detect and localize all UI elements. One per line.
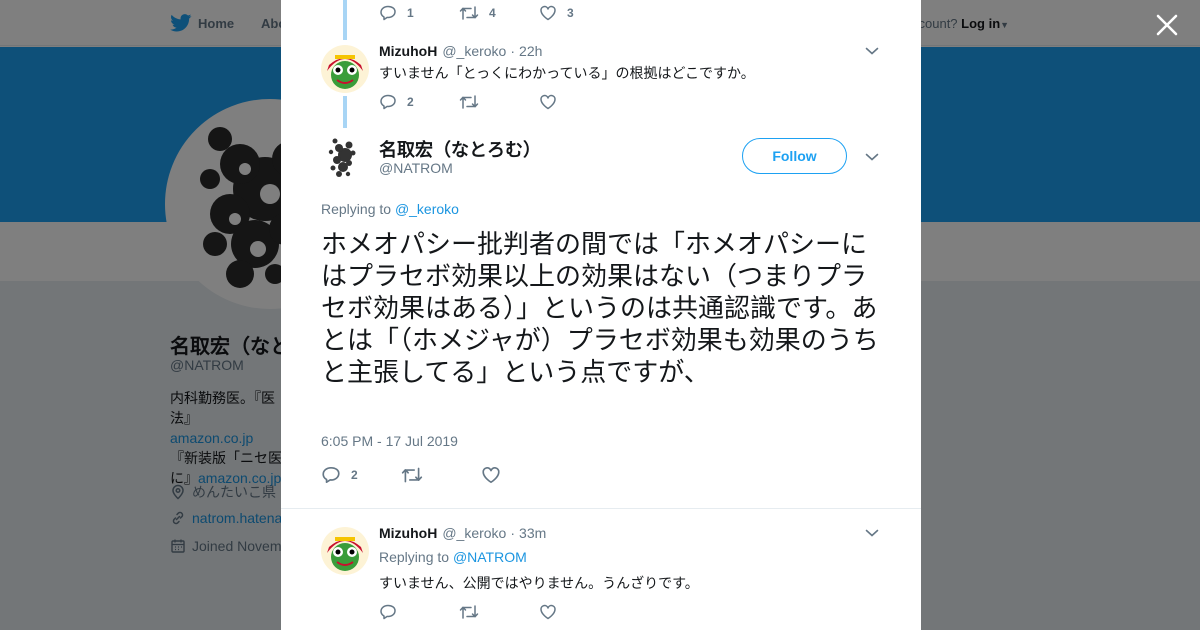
kero-avatar[interactable] [321, 45, 369, 93]
retweet-button[interactable] [459, 93, 539, 111]
divider [281, 508, 921, 509]
tweet-header: MizuhoH @_keroko · 33m [379, 525, 546, 541]
like-icon [482, 467, 500, 484]
reply-button[interactable]: 2 [321, 465, 401, 485]
reply-count: 1 [407, 6, 414, 20]
retweet-button[interactable] [401, 465, 481, 485]
retweet-icon [459, 95, 479, 109]
replying-to: Replying to @NATROM [379, 549, 527, 565]
replying-to: Replying to @_keroko [321, 201, 459, 217]
like-icon [540, 5, 556, 21]
tweet-time[interactable]: 22h [519, 43, 542, 59]
tweet-header: MizuhoH @_keroko · 22h [379, 43, 542, 59]
reply-icon [380, 94, 396, 110]
tweet-actions: 2 [379, 93, 619, 111]
replying-to-label: Replying to [321, 201, 392, 217]
reply-button[interactable]: 2 [379, 93, 459, 111]
separator-dot: · [510, 43, 516, 59]
separator-dot: · [510, 525, 516, 541]
tweet-author-handle[interactable]: @NATROM [379, 160, 453, 176]
replying-to-label: Replying to [379, 549, 450, 565]
tweet-actions: 2 [321, 465, 561, 485]
tweet-author-handle[interactable]: @_keroko [442, 43, 506, 59]
chevron-down-icon[interactable] [865, 528, 879, 538]
reply-count: 2 [407, 95, 414, 109]
replying-to-link[interactable]: @NATROM [453, 549, 527, 565]
like-button[interactable] [481, 465, 561, 485]
fractal-avatar-icon [321, 133, 369, 181]
tweet-timestamp[interactable]: 6:05 PM - 17 Jul 2019 [321, 433, 458, 449]
retweet-icon [401, 467, 423, 483]
reply-icon [380, 5, 396, 21]
chevron-down-icon[interactable] [865, 152, 879, 162]
retweet-button[interactable]: 4 [459, 4, 539, 22]
follow-button[interactable]: Follow [742, 138, 847, 174]
close-icon[interactable] [1154, 12, 1180, 38]
prev-tweet-actions: 1 4 3 [379, 4, 619, 22]
retweet-count: 4 [489, 6, 496, 20]
frog-avatar-icon [321, 527, 369, 575]
kero-avatar[interactable] [321, 527, 369, 575]
tweet-actions [379, 603, 619, 621]
tweet-permalink-modal: 1 4 3 MizuhoH @_keroko · 22h すいません「とっくにわ… [281, 0, 921, 630]
reply-icon [380, 604, 396, 620]
like-count: 3 [567, 6, 574, 20]
like-icon [540, 94, 556, 110]
natrom-avatar[interactable] [321, 133, 369, 181]
tweet-text: すいません「とっくにわかっている」の根拠はどこですか。 [379, 65, 755, 81]
tweet-time[interactable]: 33m [519, 525, 546, 541]
reply-icon [322, 466, 340, 484]
tweet-text: ホメオパシー批判者の間では「ホメオパシーにはプラセボ効果以上の効果はない（つまり… [321, 229, 879, 387]
tweet-author-handle[interactable]: @_keroko [442, 525, 506, 541]
retweet-icon [459, 605, 479, 619]
reply-button[interactable] [379, 603, 459, 621]
like-button[interactable]: 3 [539, 4, 619, 22]
thread-line [343, 96, 347, 128]
retweet-icon [459, 6, 479, 20]
tweet-text: すいません、公開ではやりません。うんざりです。 [379, 575, 699, 591]
like-icon [540, 604, 556, 620]
tweet-author-name[interactable]: MizuhoH [379, 43, 437, 59]
replying-to-link[interactable]: @_keroko [395, 201, 459, 217]
tweet-author-name[interactable]: 名取宏（なとろむ） [379, 136, 541, 162]
tweet-author-name[interactable]: MizuhoH [379, 525, 437, 541]
reply-count: 2 [351, 468, 358, 482]
reply-button[interactable]: 1 [379, 4, 459, 22]
retweet-button[interactable] [459, 603, 539, 621]
thread-line [343, 0, 347, 40]
like-button[interactable] [539, 93, 619, 111]
frog-avatar-icon [321, 45, 369, 93]
like-button[interactable] [539, 603, 619, 621]
chevron-down-icon[interactable] [865, 46, 879, 56]
